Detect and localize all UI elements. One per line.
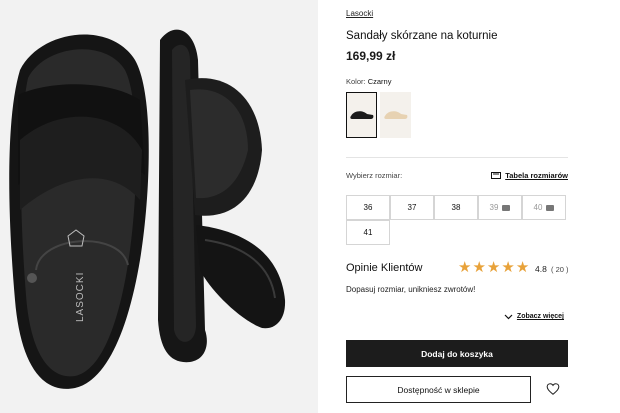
sandal-top-view: LASOCKI [9,34,149,389]
rating-stars[interactable]: ★ ★ ★ ★ ★ [458,260,529,275]
product-info: Lasocki Sandały skórzane na koturnie 169… [346,0,569,413]
chevron-down-icon [504,314,513,319]
sandal-black-thumbnail [349,111,373,119]
star-icon: ★ [515,259,530,276]
size-option-label: 41 [363,228,373,237]
see-more-link[interactable]: Zobacz więcej [504,313,564,320]
brand-link[interactable]: Lasocki [346,9,373,18]
size-option-37[interactable]: 37 [390,195,434,220]
product-price: 169,99 zł [346,49,396,63]
size-option-label: 36 [363,203,373,212]
star-icon: ★ [486,259,501,276]
size-chart-link[interactable]: Tabela rozmiarów [491,171,568,180]
size-option-label: 39 [489,203,499,212]
product-title: Sandały skórzane na koturnie [346,30,498,42]
sandal-side-view [158,29,286,363]
see-more-label: Zobacz więcej [516,313,564,320]
heart-icon[interactable] [546,382,560,396]
color-label-text: Kolor: [346,77,366,86]
color-swatch-black[interactable] [346,92,377,138]
size-label: Wybierz rozmiar: [346,171,403,180]
product-image[interactable]: LASOCKI [0,0,318,413]
divider [346,157,568,158]
gallery-brand-logo: LASOCKI [75,272,86,322]
mail-icon [546,204,555,211]
size-option-label: 37 [407,203,417,212]
color-swatch-beige[interactable] [380,92,411,138]
fit-message: Dopasuj rozmiar, unikniesz zwrotów! [346,285,476,294]
star-icon: ★ [472,259,486,276]
store-availability-button[interactable]: Dostępność w sklepie [346,376,531,403]
sandal-beige-thumbnail [383,111,407,119]
reviews-title: Opinie Klientów [346,262,423,274]
rating-value: 4.8 [535,264,547,274]
size-option-41[interactable]: 41 [346,220,390,245]
size-chart-label: Tabela rozmiarów [505,171,568,180]
star-icon: ★ [458,259,472,276]
color-label: Kolor: Czarny [346,77,391,86]
color-value: Czarny [367,77,392,86]
size-option-36[interactable]: 36 [346,195,390,220]
size-option-label: 40 [533,203,543,212]
ruler-icon [491,172,502,179]
review-count: ( 20 ) [551,265,569,274]
size-option-38[interactable]: 38 [434,195,478,220]
size-option-label: 38 [451,203,461,212]
size-option-39[interactable]: 39 [478,195,522,220]
mail-icon [502,204,511,211]
add-to-cart-button[interactable]: Dodaj do koszyka [346,340,568,367]
star-icon: ★ [501,259,515,276]
size-option-40[interactable]: 40 [522,195,566,220]
